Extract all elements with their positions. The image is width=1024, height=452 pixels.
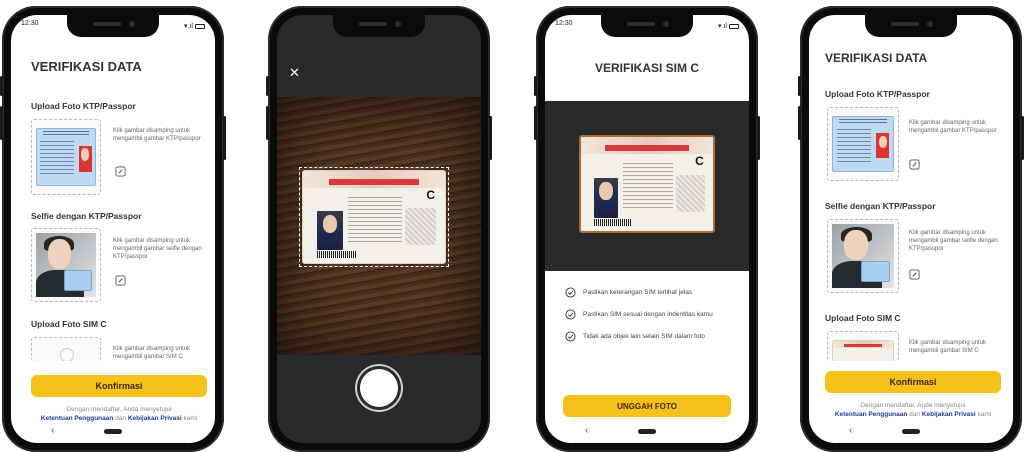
- signal-battery-icon: ▾.ıl: [718, 20, 739, 32]
- side-button: [0, 76, 3, 96]
- nav-bar: ‹: [11, 425, 215, 437]
- ktp-upload-thumbnail[interactable]: [827, 107, 899, 181]
- side-button: [266, 76, 269, 96]
- terms-text: Dengan mendaftar, Anda menyetujui Ketent…: [21, 405, 215, 423]
- nav-bar: ‹: [809, 425, 1013, 437]
- terms-and: dan: [115, 415, 127, 422]
- status-time: 12:30: [555, 20, 573, 27]
- phone-frame-camera: ✕ C: [266, 6, 492, 452]
- side-button: [798, 76, 801, 96]
- section-label-sim: Upload Foto SIM C: [825, 313, 901, 323]
- edit-icon[interactable]: [115, 275, 126, 286]
- sim-card-image: [832, 340, 894, 361]
- sim-upload-thumbnail[interactable]: [31, 337, 101, 361]
- section-label-sim: Upload Foto SIM C: [31, 319, 107, 329]
- privacy-policy-link[interactable]: Kebijakan Privasi: [128, 415, 182, 422]
- sim-card-image: C: [579, 135, 715, 233]
- ktp-image: [36, 128, 96, 186]
- ktp-hint: Klik gambar disamping untuk mengambil ga…: [909, 120, 997, 134]
- side-button: [223, 116, 226, 160]
- terms-suffix: kami: [183, 415, 198, 422]
- section-label-ktp: Upload Foto KTP/Passpor: [31, 101, 136, 111]
- sim-card-image: C: [302, 170, 446, 264]
- home-indicator[interactable]: [104, 429, 122, 434]
- check-item: Pastikan SIM sesuai dengan indentitas ka…: [583, 311, 713, 318]
- confirm-button[interactable]: Konfirmasi: [31, 375, 207, 397]
- terms-suffix: kami: [977, 411, 992, 418]
- selfie-upload-thumbnail[interactable]: [827, 219, 899, 293]
- terms-text: Dengan mendaftar, Anda menyetujui Ketent…: [815, 401, 1011, 419]
- phone-frame-verifikasi-data: 12:30 ▾.ıl VERIFIKASI DATA Upload Foto K…: [0, 6, 226, 452]
- sim-preview-band: C: [545, 101, 749, 271]
- selfie-hint: Klik gambar disamping untuk mengambil ga…: [113, 238, 202, 260]
- card-frame-guide: C: [299, 167, 449, 267]
- back-icon[interactable]: ‹: [849, 425, 852, 436]
- terms-of-use-link[interactable]: Ketentuan Penggunaan: [41, 415, 114, 422]
- selfie-hint: Klik gambar disamping untuk mengambil ga…: [909, 230, 998, 252]
- notch: [865, 15, 957, 37]
- notch: [333, 15, 425, 37]
- ktp-image: [832, 116, 894, 172]
- selfie-upload-thumbnail[interactable]: [31, 228, 101, 302]
- page-title: VERIFIKASI DATA: [825, 51, 928, 65]
- side-button: [534, 76, 537, 96]
- ktp-upload-thumbnail[interactable]: [31, 119, 101, 195]
- check-circle-icon: [565, 287, 576, 298]
- back-icon[interactable]: ‹: [585, 425, 588, 436]
- edit-icon[interactable]: [909, 159, 920, 170]
- check-circle-icon: [565, 331, 576, 342]
- check-circle-icon: [565, 309, 576, 320]
- page-title: VERIFIKASI SIM C: [594, 61, 699, 75]
- side-button: [757, 116, 760, 160]
- camera-screen: ✕ C: [277, 15, 481, 443]
- screen: 12:30 ▾.ıl VERIFIKASI DATA Upload Foto K…: [11, 15, 215, 443]
- side-button: [798, 106, 801, 140]
- side-button: [266, 106, 269, 140]
- side-button: [489, 116, 492, 160]
- notch: [67, 15, 159, 37]
- terms-prefix: Dengan mendaftar, Anda menyetujui: [66, 406, 172, 413]
- home-indicator[interactable]: [902, 429, 920, 434]
- section-label-selfie: Selfie dengan KTP/Passpor: [31, 211, 142, 221]
- check-item: Pastikan keterangan SIM terlihat jelas: [583, 289, 693, 296]
- back-icon[interactable]: ‹: [51, 425, 54, 436]
- section-label-ktp: Upload Foto KTP/Passpor: [825, 89, 930, 99]
- signal-battery-icon: ▾.ıl: [184, 20, 205, 32]
- sim-hint: Klik gambar disamping untuk mengambil ga…: [909, 340, 987, 354]
- side-button: [0, 106, 3, 140]
- screen: VERIFIKASI DATA Upload Foto KTP/Passpor …: [809, 15, 1013, 443]
- edit-icon[interactable]: [909, 269, 920, 280]
- mockup-stage: 12:30 ▾.ıl VERIFIKASI DATA Upload Foto K…: [0, 0, 1024, 452]
- sim-upload-thumbnail[interactable]: [827, 331, 899, 361]
- phone-frame-verifikasi-data-filled: VERIFIKASI DATA Upload Foto KTP/Passpor …: [798, 6, 1024, 452]
- camera-icon: [60, 348, 74, 361]
- selfie-image: [832, 224, 894, 288]
- ktp-hint: Klik gambar disamping untuk mengambil ga…: [113, 128, 201, 142]
- terms-and: dan: [909, 411, 921, 418]
- terms-prefix: Dengan mendaftar, Anda menyetujui: [860, 402, 966, 409]
- shutter-button[interactable]: [360, 369, 398, 407]
- privacy-policy-link[interactable]: Kebijakan Privasi: [922, 411, 976, 418]
- screen: 12:30 ▾.ıl VERIFIKASI SIM C C Pastikan k…: [545, 15, 749, 443]
- terms-of-use-link[interactable]: Ketentuan Penggunaan: [835, 411, 908, 418]
- selfie-image: [36, 233, 96, 297]
- close-icon[interactable]: ✕: [289, 65, 300, 81]
- status-time: 12:30: [21, 20, 39, 27]
- nav-bar: ‹: [545, 425, 749, 437]
- section-label-selfie: Selfie dengan KTP/Passpor: [825, 201, 936, 211]
- card-letter: C: [695, 153, 704, 168]
- phone-frame-verifikasi-sim: 12:30 ▾.ıl VERIFIKASI SIM C C Pastikan k…: [534, 6, 760, 452]
- check-item: Tidak ada objek lain selain SIM dalam fo…: [583, 333, 705, 340]
- home-indicator[interactable]: [638, 429, 656, 434]
- page-title: VERIFIKASI DATA: [31, 59, 142, 74]
- edit-icon[interactable]: [115, 166, 126, 177]
- upload-photo-button[interactable]: UNGGAH FOTO: [563, 395, 731, 417]
- side-button: [534, 106, 537, 140]
- notch: [601, 15, 693, 37]
- sim-hint: Klik gambar disamping untuk mengambil ga…: [113, 346, 191, 360]
- card-letter: C: [426, 187, 436, 202]
- camera-viewfinder: C: [277, 97, 481, 355]
- confirm-button[interactable]: Konfirmasi: [825, 371, 1001, 393]
